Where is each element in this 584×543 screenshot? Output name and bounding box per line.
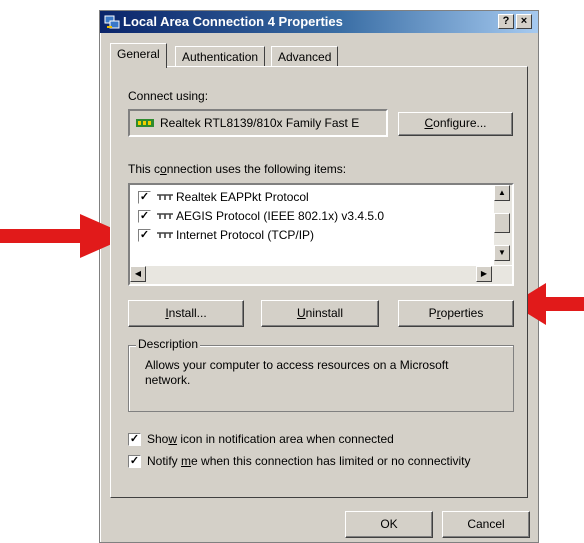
configure-button[interactable]: Configure...	[398, 112, 513, 136]
list-item[interactable]: ✓ Realtek EAPPkt Protocol	[138, 189, 488, 207]
cancel-button[interactable]: Cancel	[442, 511, 530, 538]
properties-button[interactable]: Properties	[398, 300, 514, 327]
network-adapter-icon	[136, 119, 154, 127]
tab-authentication[interactable]: Authentication	[175, 46, 266, 68]
notify-option[interactable]: ✓ Notify me when this connection has lim…	[128, 453, 518, 471]
description-groupbox: Allows your computer to access resources…	[128, 345, 514, 412]
scroll-down-icon[interactable]: ▼	[494, 245, 510, 261]
general-tab-panel: Connect using: Realtek RTL8139/810x Fami…	[110, 66, 528, 498]
tab-general[interactable]: General	[110, 43, 167, 68]
item-label: AEGIS Protocol (IEEE 802.1x) v3.4.5.0	[176, 209, 385, 223]
help-button[interactable]: ?	[498, 14, 514, 29]
components-list[interactable]: ✓ Realtek EAPPkt Protocol ✓ AEGIS Protoc…	[128, 183, 514, 286]
notify-checkbox[interactable]: ✓	[128, 455, 141, 468]
scroll-thumb[interactable]	[494, 213, 510, 233]
connect-using-label: Connect using:	[128, 89, 209, 103]
item-label: Realtek EAPPkt Protocol	[176, 190, 309, 204]
show-icon-label: Show icon in notification area when conn…	[147, 432, 394, 446]
show-icon-checkbox[interactable]: ✓	[128, 433, 141, 446]
close-button[interactable]: ×	[516, 14, 532, 29]
show-icon-option[interactable]: ✓ Show icon in notification area when co…	[128, 431, 518, 449]
item-checkbox[interactable]: ✓	[138, 210, 151, 223]
adapter-field: Realtek RTL8139/810x Family Fast E	[128, 109, 388, 137]
protocol-icon	[157, 232, 173, 238]
description-label: Description	[136, 337, 201, 351]
item-checkbox[interactable]: ✓	[138, 229, 151, 242]
tab-advanced[interactable]: Advanced	[271, 46, 339, 68]
protocol-icon	[157, 194, 173, 200]
list-item[interactable]: ✓ Internet Protocol (TCP/IP)	[138, 227, 488, 245]
window-title: Local Area Connection 4 Properties	[123, 14, 343, 29]
horizontal-scrollbar[interactable]: ◀ ▶	[130, 266, 512, 284]
install-button[interactable]: Install...	[128, 300, 244, 327]
scroll-right-icon[interactable]: ▶	[476, 266, 492, 282]
scroll-up-icon[interactable]: ▲	[494, 185, 510, 201]
properties-dialog: Local Area Connection 4 Properties ? × G…	[99, 10, 539, 543]
network-connection-icon	[104, 15, 120, 29]
item-label: Internet Protocol (TCP/IP)	[176, 228, 315, 242]
scroll-left-icon[interactable]: ◀	[130, 266, 146, 282]
protocol-icon	[157, 213, 173, 219]
items-label: This connection uses the following items…	[128, 162, 347, 176]
description-text: Allows your computer to access resources…	[145, 358, 449, 387]
ok-button[interactable]: OK	[345, 511, 433, 538]
item-checkbox[interactable]: ✓	[138, 191, 151, 204]
list-item[interactable]: ✓ AEGIS Protocol (IEEE 802.1x) v3.4.5.0	[138, 208, 488, 226]
notify-label: Notify me when this connection has limit…	[147, 454, 471, 468]
title-bar[interactable]: Local Area Connection 4 Properties ? ×	[100, 11, 538, 33]
adapter-name: Realtek RTL8139/810x Family Fast E	[160, 116, 360, 130]
vertical-scrollbar[interactable]: ▲ ▼	[494, 185, 512, 265]
uninstall-button[interactable]: Uninstall	[261, 300, 379, 327]
